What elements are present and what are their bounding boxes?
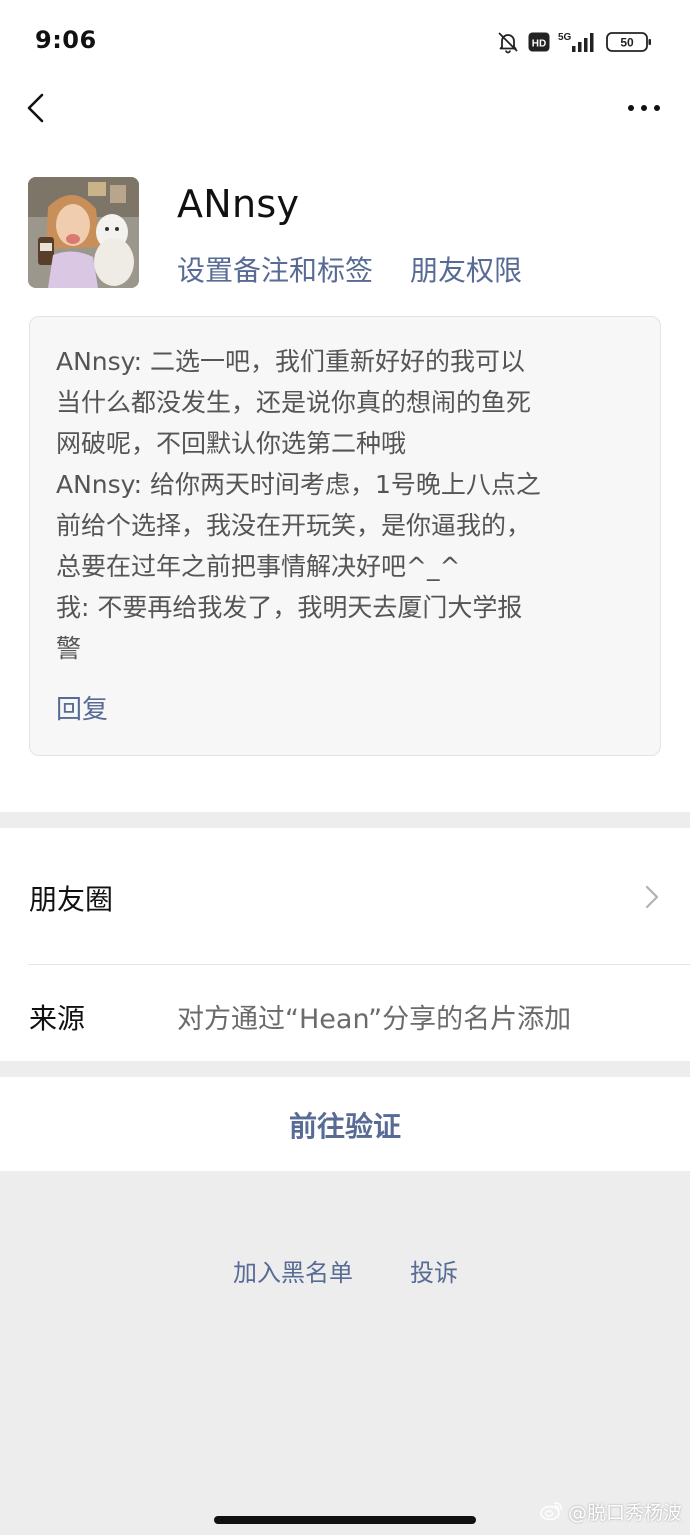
- message-line: 总要在过年之前把事情解决好吧^_^: [56, 552, 461, 581]
- weibo-icon: [540, 1502, 563, 1521]
- network-label: 5G: [558, 32, 572, 43]
- add-to-blacklist-link[interactable]: 加入黑名单: [233, 1253, 353, 1288]
- hd-badge-text: HD: [532, 39, 546, 50]
- more-dots-icon: [628, 105, 660, 111]
- go-verify-button[interactable]: 前往验证: [0, 1077, 690, 1171]
- source-value: 对方通过“Hean”分享的名片添加: [177, 1004, 572, 1035]
- back-button[interactable]: [20, 88, 60, 128]
- contact-info-screen: 9:06 HD 5G 50 ANnsy 设置备注和标签 朋友权限 ANnsy: …: [0, 0, 690, 1535]
- status-time: 9:06: [35, 26, 97, 54]
- reply-button[interactable]: 回复: [56, 689, 108, 726]
- message-line: ANnsy: 给你两天时间考虑，1号晚上八点之: [56, 470, 541, 499]
- signal-5g-icon: 5G: [558, 30, 598, 54]
- hd-icon: HD: [528, 32, 550, 52]
- moments-row[interactable]: 朋友圈: [0, 828, 690, 944]
- avatar-photo: [28, 177, 139, 288]
- bell-muted-icon: [496, 30, 520, 54]
- status-bar: 9:06 HD 5G 50: [0, 0, 690, 80]
- info-list: 朋友圈 来源 对方通过“Hean”分享的名片添加: [0, 828, 690, 1061]
- chevron-right-icon: [645, 885, 659, 909]
- message-line: 我: 不要再给我发了，我明天去厦门大学报: [56, 593, 523, 622]
- set-remark-link[interactable]: 设置备注和标签: [177, 249, 373, 289]
- message-line: 警: [56, 634, 82, 663]
- profile-name: ANnsy: [177, 182, 300, 226]
- message-line: 当什么都没发生，还是说你真的想闹的鱼死: [56, 388, 532, 417]
- friend-permissions-link[interactable]: 朋友权限: [410, 249, 522, 289]
- report-link[interactable]: 投诉: [410, 1253, 458, 1288]
- message-text: ANnsy: 二选一吧，我们重新好好的我可以 当什么都没发生，还是说你真的想闹的…: [56, 341, 636, 669]
- bottom-links: 加入黑名单 投诉: [0, 1253, 690, 1289]
- more-button[interactable]: [625, 92, 665, 124]
- watermark: @脱口秀杨波: [540, 1498, 682, 1524]
- watermark-text: @脱口秀杨波: [567, 1501, 682, 1524]
- avatar[interactable]: [28, 177, 139, 288]
- chevron-left-icon: [27, 93, 44, 123]
- battery-level: 50: [620, 36, 634, 50]
- battery-icon: 50: [606, 31, 652, 53]
- source-row: 来源 对方通过“Hean”分享的名片添加: [0, 965, 690, 1061]
- message-line: 网破呢，不回默认你选第二种哦: [56, 429, 407, 458]
- home-indicator[interactable]: [214, 1516, 476, 1524]
- go-verify-label: 前往验证: [288, 1110, 401, 1143]
- message-line: 前给个选择，我没在开玩笑，是你逼我的，: [56, 511, 532, 540]
- verification-message-box: ANnsy: 二选一吧，我们重新好好的我可以 当什么都没发生，还是说你真的想闹的…: [29, 316, 661, 756]
- status-icons: HD 5G 50: [496, 28, 652, 56]
- source-label: 来源: [29, 1002, 86, 1035]
- moments-label: 朋友圈: [29, 883, 114, 916]
- message-line: ANnsy: 二选一吧，我们重新好好的我可以: [56, 347, 526, 376]
